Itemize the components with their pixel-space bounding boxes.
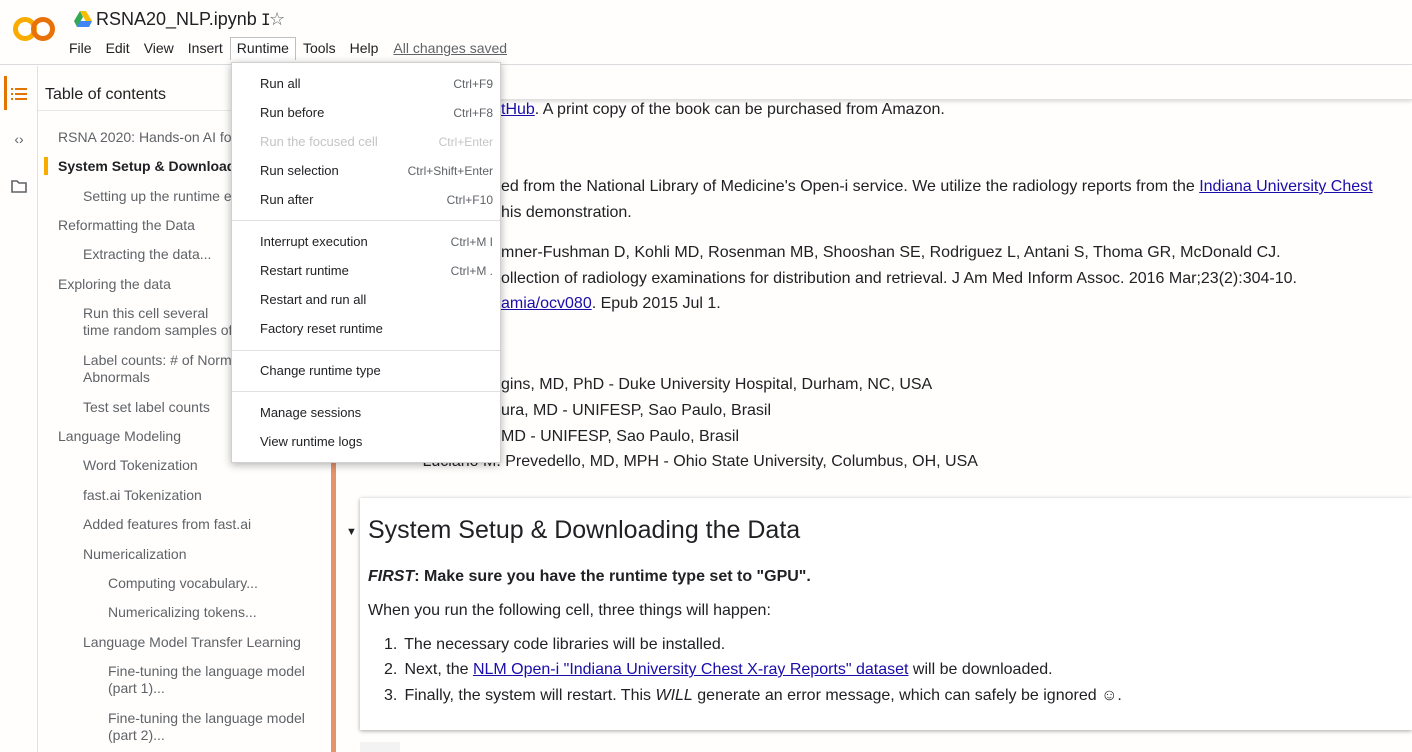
- collapse-section-icon[interactable]: ▼: [346, 526, 357, 538]
- menu-help[interactable]: Help: [343, 37, 386, 59]
- toc-item[interactable]: Added features from fast.ai: [83, 516, 283, 533]
- toc-item[interactable]: Fine-tuning the language model (part 1).…: [108, 663, 318, 697]
- toc-item[interactable]: Computing vocabulary...: [108, 575, 308, 592]
- toc-item[interactable]: Run this cell several time random sample…: [83, 305, 233, 339]
- menu-run-before[interactable]: Run before Ctrl+F8: [232, 98, 500, 127]
- author-line: gins, MD, PhD - Duke University Hospital…: [501, 376, 933, 393]
- github-link[interactable]: tHub: [501, 101, 535, 118]
- text-line: ed from the National Library of Medicine…: [501, 178, 1373, 195]
- text-line: tHub. A print copy of the book can be pu…: [501, 101, 945, 118]
- dataset-link[interactable]: NLM Open-i "Indiana University Chest X-r…: [473, 661, 909, 678]
- toc-item[interactable]: Language Model Transfer Learning: [83, 634, 323, 651]
- menu-run-after[interactable]: Run after Ctrl+F10: [232, 185, 500, 214]
- toc-item[interactable]: Exploring the data: [58, 276, 258, 293]
- text-line: mner-Fushman D, Kohli MD, Rosenman MB, S…: [501, 244, 1281, 261]
- folder-icon: [11, 179, 27, 193]
- toc-item-active[interactable]: System Setup & Downloadin: [58, 158, 258, 175]
- code-snippets-button[interactable]: ‹›: [4, 124, 34, 154]
- menu-manage-sessions[interactable]: Manage sessions: [232, 398, 500, 427]
- toc-toggle-button[interactable]: [4, 79, 34, 109]
- text-line: amia/ocv080. Epub 2015 Jul 1.: [501, 295, 721, 312]
- menu-run-selection[interactable]: Run selection Ctrl+Shift+Enter: [232, 156, 500, 185]
- cell-intro: When you run the following cell, three t…: [368, 602, 771, 619]
- app-header: RSNA20_NLP.ipynb I ☆ File Edit View Inse…: [0, 0, 1412, 65]
- menu-runtime[interactable]: Runtime: [229, 36, 296, 60]
- menu-separator: [232, 350, 500, 351]
- menu-view[interactable]: View: [137, 37, 181, 59]
- menu-factory-reset-runtime[interactable]: Factory reset runtime: [232, 314, 500, 343]
- menu-tools[interactable]: Tools: [296, 37, 343, 59]
- menu-separator: [232, 391, 500, 392]
- notebook-title[interactable]: RSNA20_NLP.ipynb: [96, 9, 257, 30]
- menu-file[interactable]: File: [62, 37, 99, 59]
- toc-item[interactable]: fast.ai Tokenization: [83, 487, 283, 504]
- star-icon[interactable]: ☆: [269, 9, 285, 30]
- menu-insert[interactable]: Insert: [181, 37, 230, 59]
- author-line: ura, MD - UNIFESP, Sao Paulo, Brasil: [501, 402, 772, 419]
- author-line: MD - UNIFESP, Sao Paulo, Brasil: [501, 428, 740, 445]
- next-cell[interactable]: [360, 742, 400, 752]
- list-item: 2. Next, the NLM Open-i "Indiana Univers…: [384, 661, 1053, 678]
- colab-logo-icon[interactable]: [12, 14, 56, 44]
- toc-item[interactable]: Reformatting the Data: [58, 217, 258, 234]
- text-line: his demonstration.: [501, 204, 632, 221]
- files-button[interactable]: [4, 171, 34, 201]
- list-item: 3. Finally, the system will restart. Thi…: [384, 687, 1122, 704]
- menu-restart-and-run-all[interactable]: Restart and run all: [232, 285, 500, 314]
- doi-link[interactable]: amia/ocv080: [501, 295, 592, 312]
- list-item: 1. The necessary code libraries will be …: [384, 636, 726, 653]
- menu-bar: File Edit View Insert Runtime Tools Help…: [62, 35, 507, 61]
- toc-item[interactable]: Setting up the runtime e: [83, 188, 233, 205]
- toc-item[interactable]: Language Modeling: [58, 428, 258, 445]
- save-status-link[interactable]: All changes saved: [393, 40, 507, 56]
- code-brackets-icon: ‹›: [14, 131, 24, 147]
- toc-active-indicator: [44, 157, 48, 175]
- toc-item[interactable]: Label counts: # of Norm Abnormals: [83, 352, 233, 386]
- menu-run-all[interactable]: Run all Ctrl+F9: [232, 69, 500, 98]
- gpu-note: FIRST: Make sure you have the runtime ty…: [368, 568, 811, 585]
- toc-title: Table of contents: [45, 86, 166, 103]
- menu-view-runtime-logs[interactable]: View runtime logs: [232, 427, 500, 456]
- google-drive-icon[interactable]: [74, 11, 92, 27]
- menu-change-runtime-type[interactable]: Change runtime type: [232, 356, 500, 385]
- toc-item[interactable]: Fine-tuning the language model (part 2).…: [108, 710, 318, 744]
- menu-separator: [232, 220, 500, 221]
- menu-edit[interactable]: Edit: [99, 37, 137, 59]
- side-rail: ‹›: [0, 66, 38, 752]
- text-cell-selected[interactable]: System Setup & Downloading the Data FIRS…: [360, 498, 1412, 730]
- section-heading: System Setup & Downloading the Data: [368, 516, 801, 544]
- runtime-menu-dropdown: Run all Ctrl+F9 Run before Ctrl+F8 Run the…: [231, 62, 501, 463]
- menu-run-focused-cell: Run the focused cell Ctrl+Enter: [260, 134, 493, 149]
- list-icon: [11, 88, 27, 100]
- text-line: ollection of radiology examinations for …: [501, 270, 1297, 287]
- menu-restart-runtime[interactable]: Restart runtime Ctrl+M .: [232, 256, 500, 285]
- indiana-chest-link[interactable]: Indiana University Chest: [1199, 178, 1372, 195]
- toc-item[interactable]: Numericalizing tokens...: [108, 604, 308, 621]
- menu-interrupt-execution[interactable]: Interrupt execution Ctrl+M I: [232, 227, 500, 256]
- toc-item[interactable]: Numericalization: [83, 546, 283, 563]
- toc-item[interactable]: RSNA 2020: Hands-on AI for: [58, 129, 258, 146]
